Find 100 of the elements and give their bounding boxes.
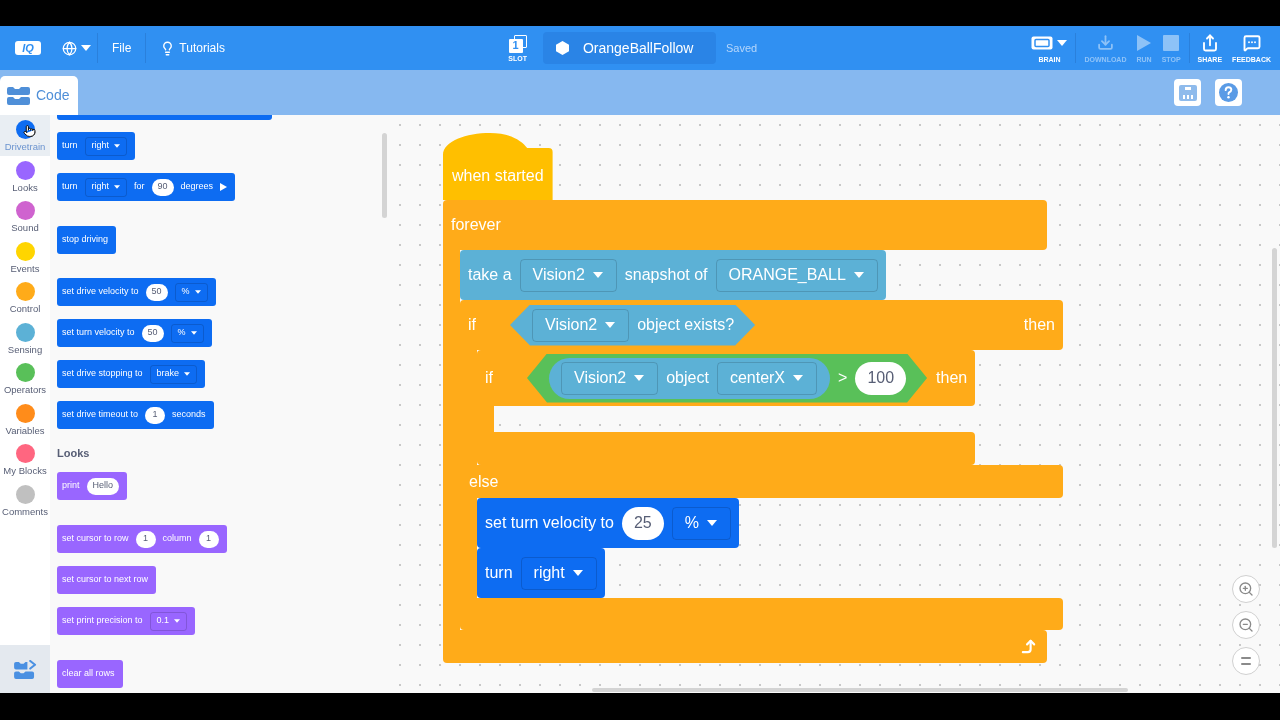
dropdown[interactable]: % — [671, 506, 731, 540]
dropdown[interactable]: right — [520, 556, 597, 590]
block-text: snapshot of — [624, 265, 708, 285]
dropdown[interactable]: ORANGE_BALL — [715, 258, 878, 292]
caret-icon — [81, 45, 91, 51]
download-icon — [1097, 34, 1114, 51]
caret-icon — [707, 520, 717, 526]
palette-block[interactable]: set drive velocity to 50 % — [57, 278, 216, 306]
dropdown[interactable]: right — [84, 177, 128, 197]
blocks-icon — [7, 86, 30, 105]
palette-block[interactable]: print Hello — [57, 472, 128, 500]
zoom-in-icon — [1238, 581, 1254, 597]
block-text: turn — [62, 180, 78, 194]
block-text: object — [666, 368, 709, 388]
value-field[interactable]: 100 — [855, 361, 907, 395]
block-text: when started — [452, 167, 544, 185]
dropdown[interactable]: Vision2 — [519, 258, 617, 292]
menu-button[interactable]: Tutorials — [146, 26, 239, 70]
caret-icon — [634, 375, 645, 381]
palette-block[interactable]: stop driving — [57, 226, 117, 254]
block-text: set turn velocity to — [485, 513, 614, 533]
triangle-icon[interactable] — [220, 183, 228, 191]
help-button[interactable] — [1215, 79, 1242, 106]
menu-button[interactable]: File — [98, 26, 146, 70]
reporter-block[interactable]: Vision2 object centerX — [549, 357, 831, 399]
category-heading: Looks — [57, 446, 90, 460]
block-text: take a — [468, 265, 512, 285]
block-text: set drive velocity to — [62, 285, 139, 299]
dropdown[interactable]: 0.1 — [149, 611, 188, 631]
project-name-field[interactable]: OrangeBallFollow — [542, 32, 716, 64]
category-item[interactable]: Drivetrain — [0, 115, 50, 156]
dropdown[interactable]: Vision2 — [561, 361, 659, 395]
scrollbar[interactable] — [382, 133, 387, 218]
caret-icon — [1057, 39, 1068, 46]
scrollbar[interactable] — [1272, 248, 1277, 548]
block-text: clear all rows — [62, 667, 115, 681]
if-else-block[interactable]: if Vision2 object exists? then — [460, 300, 1063, 350]
caret-icon — [793, 375, 804, 381]
caret-icon — [184, 372, 191, 376]
block-text: degrees — [180, 180, 214, 194]
dropdown[interactable]: Vision2 — [532, 308, 630, 342]
device-icon — [1031, 35, 1054, 50]
palette-block[interactable]: set print precision to 0.1 — [57, 607, 196, 635]
palette-block[interactable]: set drive stopping to brake — [57, 360, 206, 388]
value-field[interactable]: 25 — [621, 506, 664, 540]
value-field[interactable]: 1 — [198, 530, 219, 548]
block-text: forever — [451, 215, 501, 235]
palette-block[interactable]: set cursor to row 1 column 1 — [57, 525, 227, 553]
block-text: set drive stopping to — [62, 367, 143, 381]
block-text: stop driving — [62, 233, 109, 247]
block-text: set cursor to next row — [62, 573, 149, 587]
value-field[interactable]: Hello — [86, 477, 120, 495]
value-field[interactable]: 90 — [151, 178, 174, 196]
code-block[interactable]: set turn velocity to 25 % — [477, 498, 739, 548]
code-block[interactable]: turn right — [477, 548, 605, 598]
stop-icon — [1163, 34, 1180, 51]
value-field[interactable]: 50 — [145, 283, 168, 301]
dropdown[interactable]: right — [84, 136, 128, 156]
caret-icon — [572, 570, 583, 576]
caret-icon — [114, 185, 121, 189]
language-button[interactable] — [62, 40, 91, 56]
help-icon — [1219, 83, 1238, 102]
palette-block[interactable]: turn right for 90 degrees — [57, 173, 236, 201]
socket-icon — [1178, 84, 1197, 101]
block-text: then — [1022, 315, 1055, 335]
dropdown[interactable]: brake — [149, 364, 198, 384]
boolean-block[interactable]: Vision2 object centerX > 100 — [527, 353, 928, 403]
dropdown[interactable]: % — [170, 323, 204, 343]
caret-icon — [194, 290, 201, 294]
boolean-block[interactable]: Vision2 object exists? — [510, 304, 756, 346]
palette-block[interactable]: clear all rows — [57, 660, 123, 688]
logo[interactable]: IQ — [15, 41, 41, 55]
block-text: turn — [485, 563, 513, 583]
block-text: then — [935, 368, 968, 388]
zoom-out-button[interactable] — [1232, 611, 1260, 639]
scrollbar[interactable] — [592, 688, 1128, 692]
value-field[interactable]: 1 — [135, 530, 156, 548]
block-text: print — [62, 479, 80, 493]
zoom-in-button[interactable] — [1232, 575, 1260, 603]
value-field[interactable]: 50 — [141, 324, 164, 342]
block-text: object exists? — [637, 315, 735, 335]
code-block[interactable]: take a Vision2 snapshot of ORANGE_BALL — [460, 250, 886, 300]
collapse-palette-button[interactable] — [0, 645, 50, 693]
palette-block[interactable]: set turn velocity to 50 % — [57, 319, 212, 347]
block-text: set cursor to row — [62, 532, 129, 546]
block-text: seconds — [172, 408, 206, 422]
chat-bubble-icon — [1242, 33, 1261, 52]
palette-block[interactable]: set cursor to next row — [57, 566, 157, 594]
value-field[interactable]: 1 — [145, 406, 166, 424]
if-block[interactable]: if Vision2 object centerX > 100 then — [477, 350, 976, 406]
devices-button[interactable] — [1174, 79, 1201, 106]
dropdown[interactable]: centerX — [716, 361, 818, 395]
dropdown[interactable]: % — [174, 282, 208, 302]
reset-zoom-button[interactable] — [1232, 647, 1260, 675]
block-text: if — [468, 315, 476, 335]
palette-block[interactable]: turn right — [57, 132, 136, 160]
palette-block[interactable]: set drive timeout to 1 seconds — [57, 401, 214, 429]
tab[interactable]: Code — [0, 76, 78, 115]
caret-icon — [174, 619, 181, 623]
globe-icon — [62, 40, 77, 56]
